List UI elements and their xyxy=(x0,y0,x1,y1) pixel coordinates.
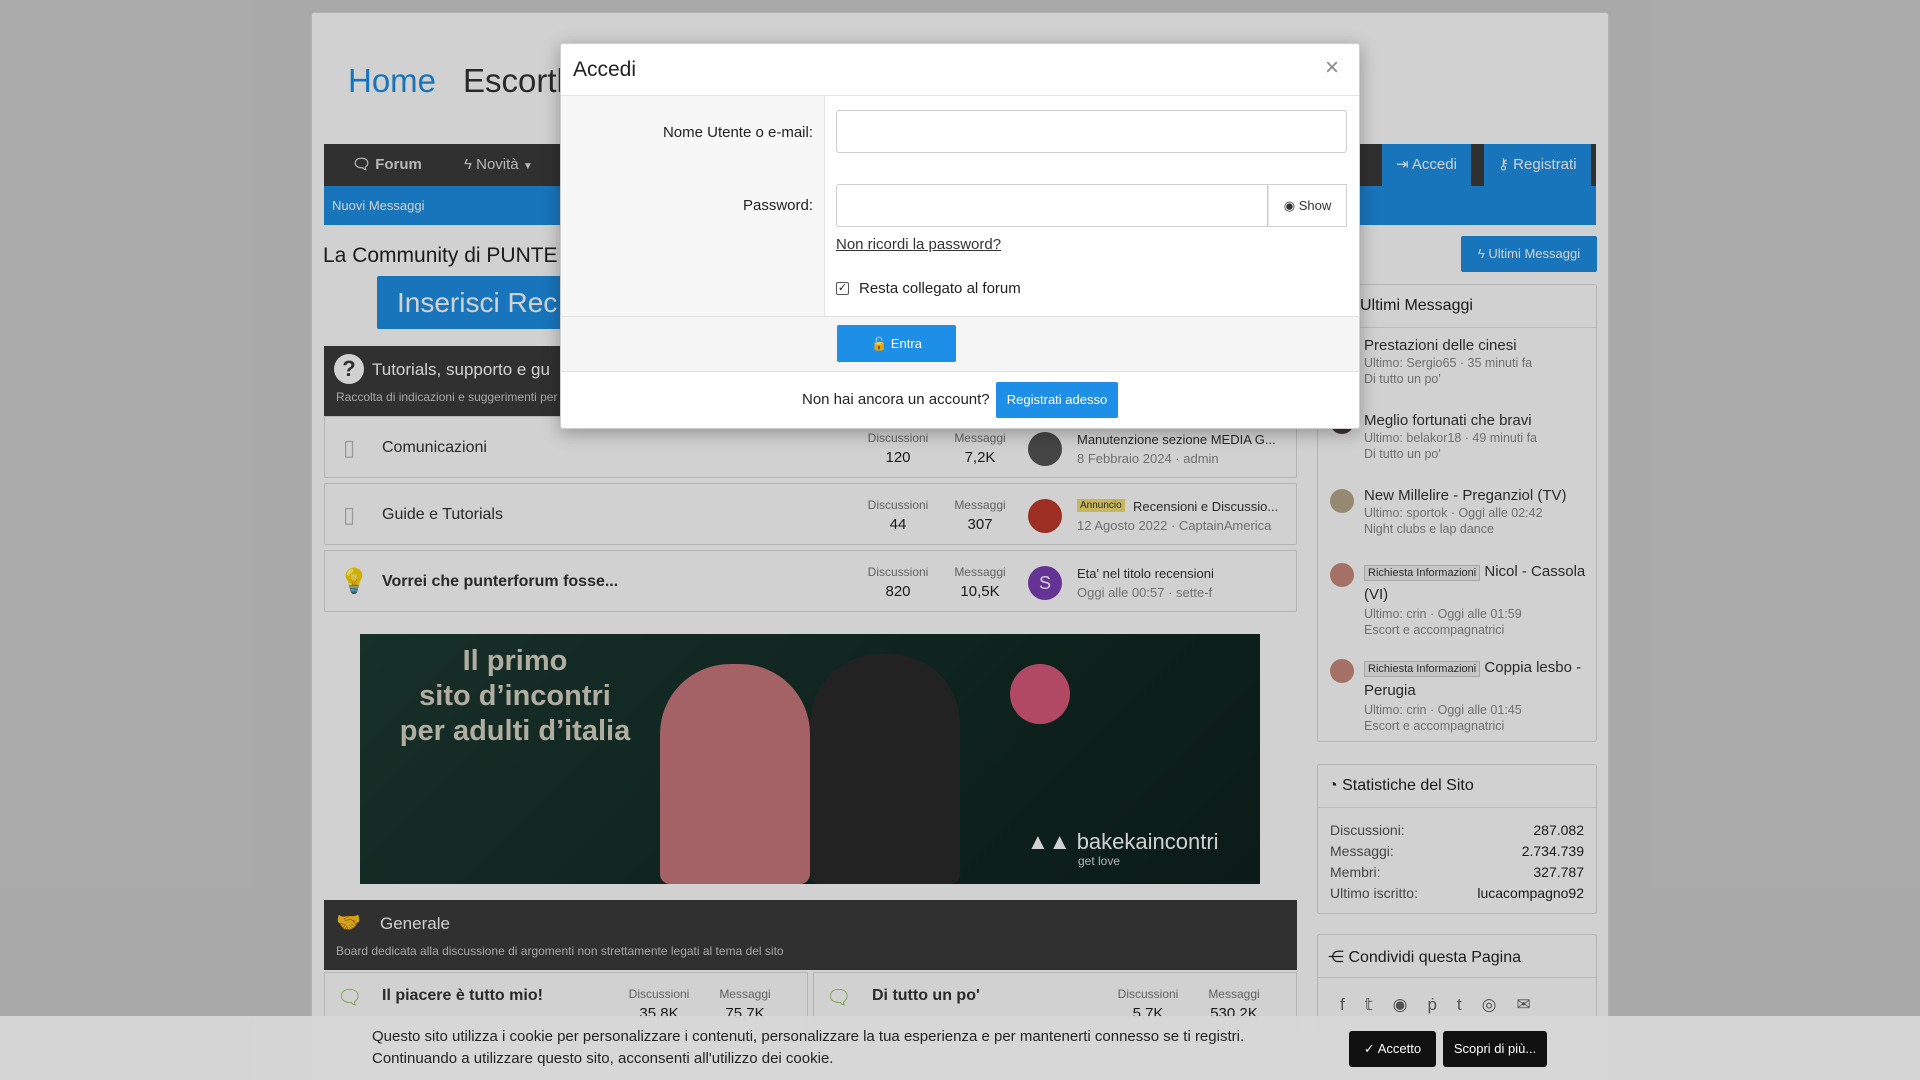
username-input[interactable] xyxy=(836,110,1347,153)
modal-header: Accedi × xyxy=(561,44,1359,96)
remember-checkbox[interactable]: ✓ xyxy=(836,282,849,295)
login-modal: Accedi × Nome Utente o e-mail: Password:… xyxy=(560,43,1360,429)
cookie-text-1: Questo sito utilizza i cookie per person… xyxy=(372,1028,1245,1045)
forgot-password-link[interactable]: Non ricordi la password? xyxy=(836,236,1001,253)
show-password-button[interactable]: ◉ Show xyxy=(1268,184,1347,227)
username-label: Nome Utente o e-mail: xyxy=(662,124,813,141)
close-icon[interactable]: × xyxy=(1325,54,1339,82)
cookie-accept-button[interactable]: ✓ Accetto xyxy=(1349,1031,1436,1067)
eye-icon: ◉ xyxy=(1283,198,1296,213)
no-account-text: Non hai ancora un account? xyxy=(802,391,990,408)
password-input[interactable] xyxy=(836,184,1268,227)
modal-footer xyxy=(561,316,1359,372)
lock-icon: 🔓 xyxy=(871,336,888,351)
remember-label[interactable]: Resta collegato al forum xyxy=(859,280,1021,297)
cookie-notice: Questo sito utilizza i cookie per person… xyxy=(0,1016,1920,1080)
modal-title: Accedi xyxy=(573,58,637,81)
password-label: Password: xyxy=(742,197,813,214)
register-now-button[interactable]: Registrati adesso xyxy=(996,382,1118,418)
cookie-more-button[interactable]: Scopri di più... xyxy=(1443,1031,1547,1067)
login-submit-button[interactable]: 🔓 Entra xyxy=(837,325,956,362)
check-icon: ✓ xyxy=(1363,1041,1375,1056)
cookie-text-2: Continuando a utilizzare questo sito, ac… xyxy=(372,1050,834,1067)
